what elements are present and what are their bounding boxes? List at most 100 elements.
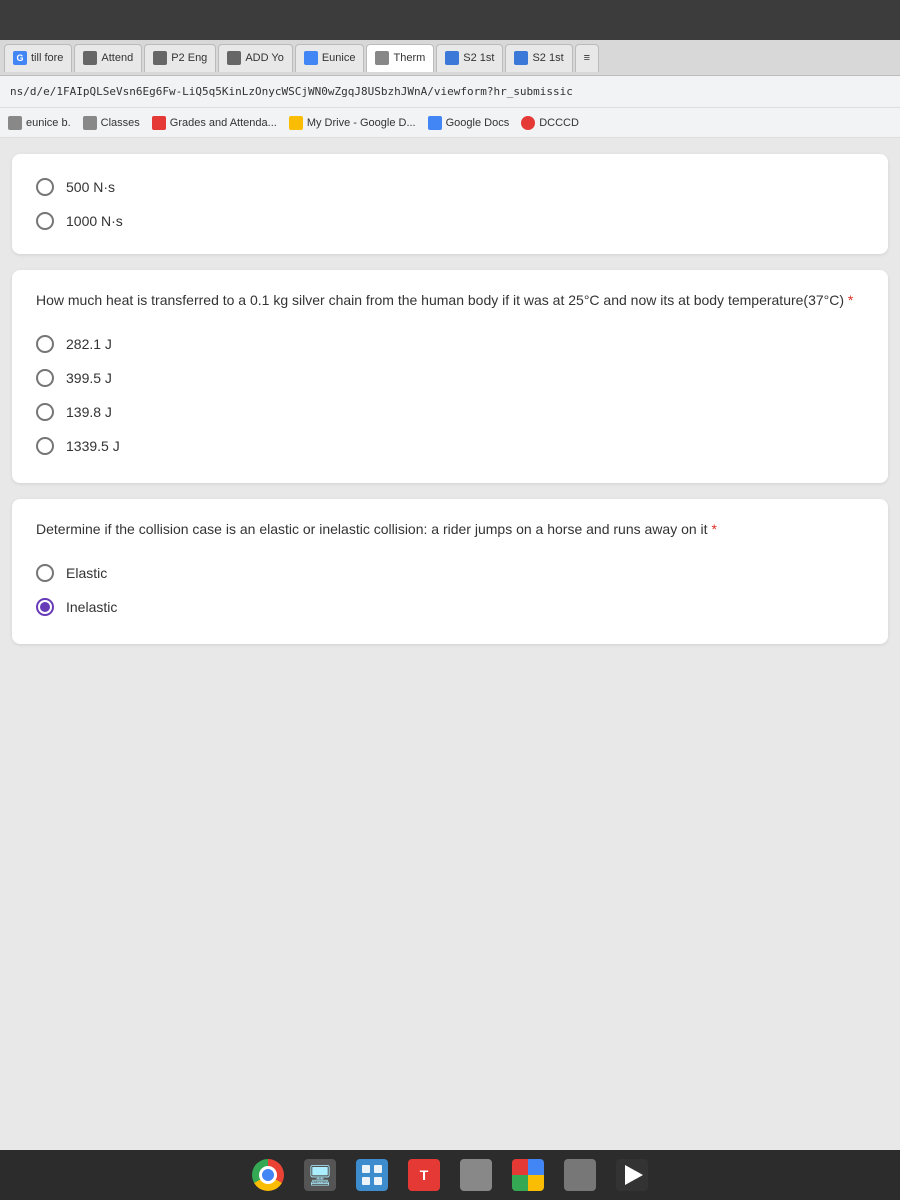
browser-top-bar	[0, 0, 900, 40]
tab-p2eng-label: P2 Eng	[171, 52, 207, 64]
question3-card: Determine if the collision case is an el…	[12, 499, 888, 644]
tab-s21st1-label: S2 1st	[463, 52, 494, 64]
taskbar: 🖥 T	[0, 1150, 900, 1200]
question3-text-content: Determine if the collision case is an el…	[36, 521, 708, 537]
tab-more-label: ≡	[584, 52, 590, 64]
option-elastic[interactable]: Elastic	[36, 556, 864, 590]
option-1000ns-label: 1000 N·s	[66, 213, 123, 229]
tab-therm-label: Therm	[393, 52, 425, 64]
main-content: 500 N·s 1000 N·s How much heat is transf…	[0, 138, 900, 676]
bookmarks-bar: eunice b. Classes Grades and Attenda... …	[0, 108, 900, 138]
taskbar-app1[interactable]: T	[402, 1155, 446, 1195]
option-139-label: 139.8 J	[66, 404, 112, 420]
option-inelastic[interactable]: Inelastic	[36, 590, 864, 624]
radio-139[interactable]	[36, 403, 54, 421]
tab-more[interactable]: ≡	[575, 44, 599, 72]
app4-icon	[564, 1159, 596, 1191]
tab-attend-label: Attend	[101, 52, 133, 64]
question2-text-content: How much heat is transferred to a 0.1 kg…	[36, 292, 844, 308]
question3-required-star: *	[711, 521, 716, 537]
radio-elastic[interactable]	[36, 564, 54, 582]
option-500ns-label: 500 N·s	[66, 179, 115, 195]
radio-1339[interactable]	[36, 437, 54, 455]
option-1339-label: 1339.5 J	[66, 438, 120, 454]
previous-question-card: 500 N·s 1000 N·s	[12, 154, 888, 254]
play-triangle	[625, 1165, 643, 1185]
bookmark-classes-label: Classes	[101, 117, 140, 129]
taskbar-play[interactable]	[610, 1155, 654, 1195]
taskbar-app3[interactable]	[506, 1155, 550, 1195]
bookmark-gdocs-icon	[428, 116, 442, 130]
attend-tab-icon	[83, 51, 97, 65]
bookmark-grades-icon	[152, 116, 166, 130]
tab-bar: G till fore Attend P2 Eng ADD Yo Eunice …	[0, 40, 900, 76]
tab-therm[interactable]: Therm	[366, 44, 434, 72]
google-tab-icon: G	[13, 51, 27, 65]
bookmark-eunice-icon	[8, 116, 22, 130]
question2-required-star: *	[848, 292, 853, 308]
bookmark-gdocs[interactable]: Google Docs	[428, 116, 510, 130]
bookmark-drive-icon	[289, 116, 303, 130]
taskbar-monitor[interactable]: 🖥	[298, 1155, 342, 1195]
radio-inelastic[interactable]	[36, 598, 54, 616]
url-bar[interactable]: ns/d/e/1FAIpQLSeVsn6Eg6Fw-LiQ5q5KinLzOny…	[0, 76, 900, 108]
option-500ns[interactable]: 500 N·s	[36, 170, 864, 204]
files-icon	[356, 1159, 388, 1191]
tab-add[interactable]: ADD Yo	[218, 44, 293, 72]
radio-399[interactable]	[36, 369, 54, 387]
app3-icon	[512, 1159, 544, 1191]
app2-icon	[460, 1159, 492, 1191]
option-282-label: 282.1 J	[66, 336, 112, 352]
tab-s21st2-label: S2 1st	[532, 52, 563, 64]
radio-282[interactable]	[36, 335, 54, 353]
app1-icon: T	[408, 1159, 440, 1191]
taskbar-files[interactable]	[350, 1155, 394, 1195]
therm-tab-icon	[375, 51, 389, 65]
bookmark-classes-icon	[83, 116, 97, 130]
bookmark-dcccd-label: DCCCD	[539, 117, 579, 129]
bookmark-drive[interactable]: My Drive - Google D...	[289, 116, 416, 130]
url-text: ns/d/e/1FAIpQLSeVsn6Eg6Fw-LiQ5q5KinLzOny…	[10, 85, 573, 98]
option-282[interactable]: 282.1 J	[36, 327, 864, 361]
option-399[interactable]: 399.5 J	[36, 361, 864, 395]
chrome-icon	[252, 1159, 284, 1191]
option-1000ns[interactable]: 1000 N·s	[36, 204, 864, 238]
s21st2-tab-icon	[514, 51, 528, 65]
option-1339[interactable]: 1339.5 J	[36, 429, 864, 463]
question3-text: Determine if the collision case is an el…	[36, 519, 864, 540]
bookmark-eunice-label: eunice b.	[26, 117, 71, 129]
s21st1-tab-icon	[445, 51, 459, 65]
play-icon	[616, 1159, 648, 1191]
question2-card: How much heat is transferred to a 0.1 kg…	[12, 270, 888, 483]
option-399-label: 399.5 J	[66, 370, 112, 386]
tab-s21st-1[interactable]: S2 1st	[436, 44, 503, 72]
tab-p2eng[interactable]: P2 Eng	[144, 44, 216, 72]
bookmark-grades-label: Grades and Attenda...	[170, 117, 277, 129]
tab-till-fore[interactable]: G till fore	[4, 44, 72, 72]
tab-add-label: ADD Yo	[245, 52, 284, 64]
taskbar-app4[interactable]	[558, 1155, 602, 1195]
tab-eunice[interactable]: Eunice	[295, 44, 365, 72]
radio-1000ns[interactable]	[36, 212, 54, 230]
bookmark-dcccd[interactable]: DCCCD	[521, 116, 579, 130]
taskbar-app2[interactable]	[454, 1155, 498, 1195]
bookmark-dcccd-icon	[521, 116, 535, 130]
taskbar-chrome[interactable]	[246, 1155, 290, 1195]
question2-text: How much heat is transferred to a 0.1 kg…	[36, 290, 864, 311]
monitor-icon: 🖥	[304, 1159, 336, 1191]
tab-till-fore-label: till fore	[31, 52, 63, 64]
bookmark-eunice[interactable]: eunice b.	[8, 116, 71, 130]
add-tab-icon	[227, 51, 241, 65]
bookmark-grades[interactable]: Grades and Attenda...	[152, 116, 277, 130]
option-inelastic-label: Inelastic	[66, 599, 117, 615]
tab-attend[interactable]: Attend	[74, 44, 142, 72]
eunice-tab-icon	[304, 51, 318, 65]
bookmark-gdocs-label: Google Docs	[446, 117, 510, 129]
option-139[interactable]: 139.8 J	[36, 395, 864, 429]
bookmark-drive-label: My Drive - Google D...	[307, 117, 416, 129]
radio-500ns[interactable]	[36, 178, 54, 196]
tab-s21st-2[interactable]: S2 1st	[505, 44, 572, 72]
p2eng-tab-icon	[153, 51, 167, 65]
bookmark-classes[interactable]: Classes	[83, 116, 140, 130]
tab-eunice-label: Eunice	[322, 52, 356, 64]
